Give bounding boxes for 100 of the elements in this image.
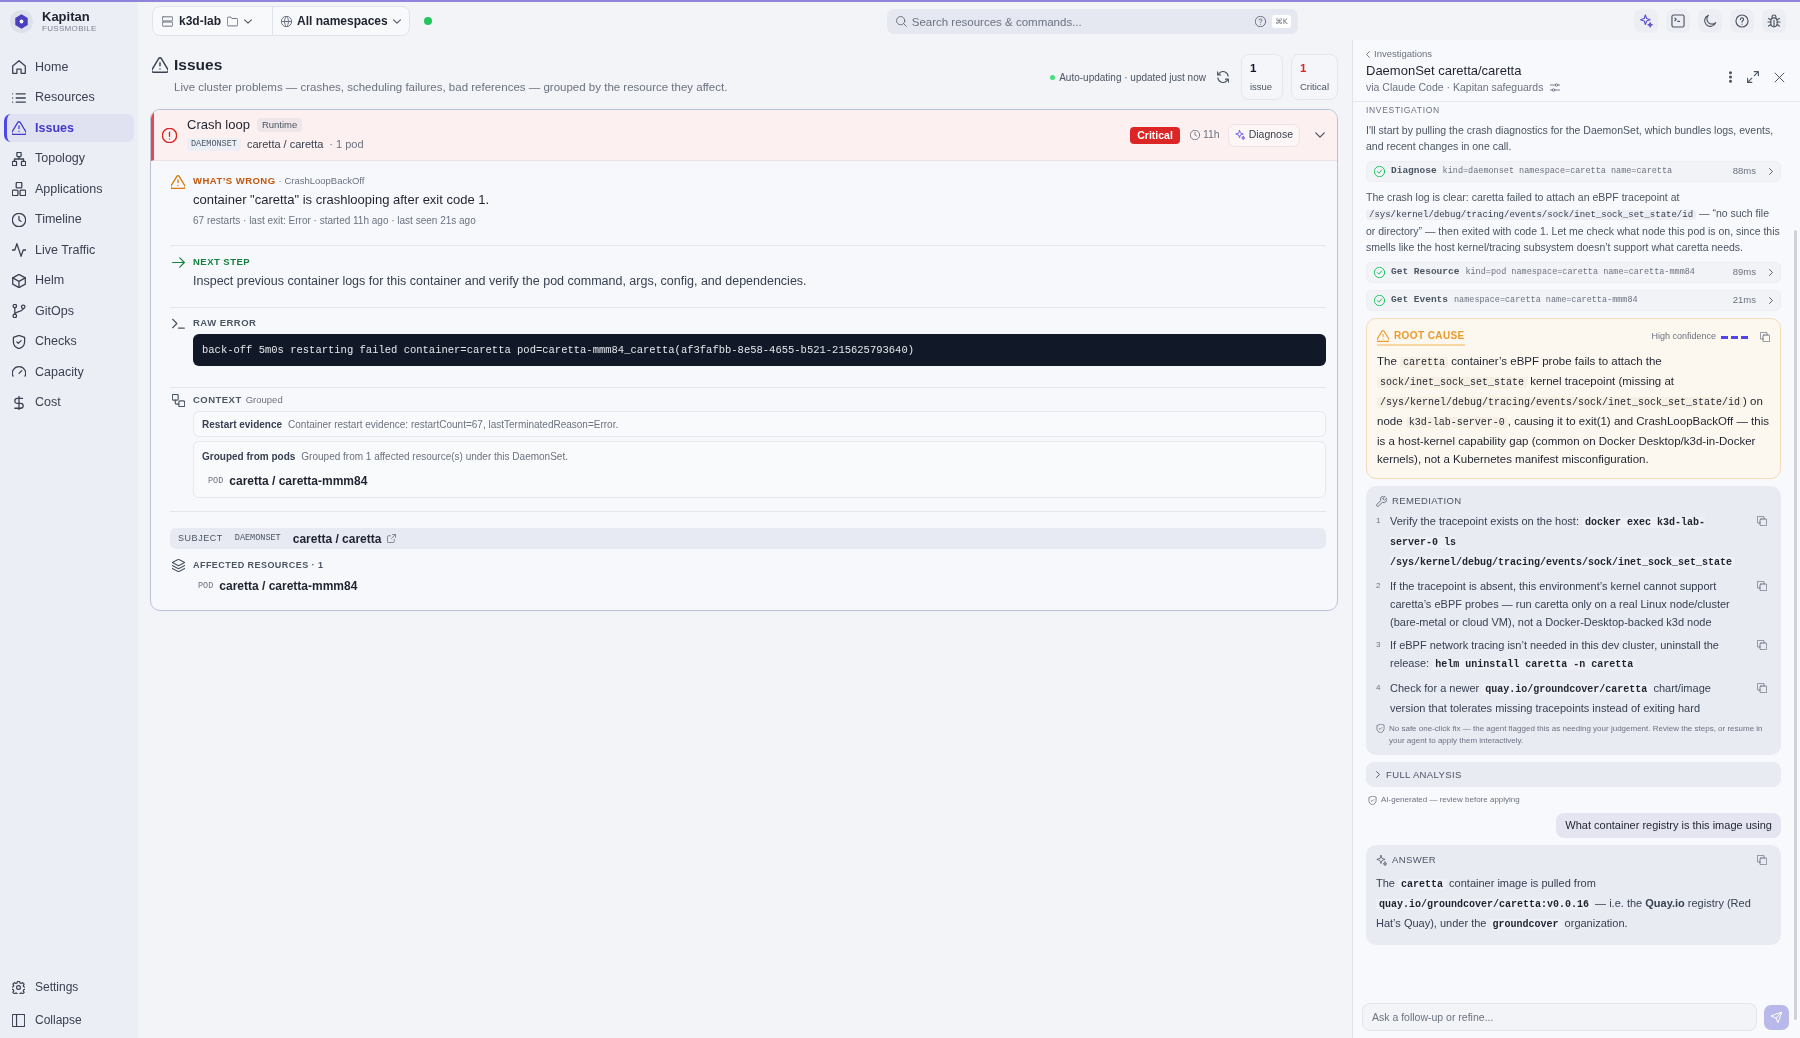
- globe-icon: [281, 15, 292, 27]
- section-label: REMEDIATION: [1392, 494, 1462, 508]
- nav-item[interactable]: Collapse: [4, 1006, 134, 1034]
- chevron-down-icon: [244, 18, 252, 24]
- shield-check-icon: [1376, 724, 1385, 734]
- nav-item[interactable]: Applications: [4, 175, 134, 203]
- message-text: I'll start by pulling the crash diagnostics for the DaemonSet, which bundles logs, events, and recent changes in one call.: [1366, 123, 1775, 154]
- chevron-right-icon: [1769, 269, 1773, 276]
- pulse-icon: [12, 243, 26, 257]
- sparkle-icon: [1234, 130, 1245, 140]
- namespace-selector[interactable]: All namespaces: [273, 7, 409, 35]
- update-status: Auto-updating · updated just now: [1059, 70, 1206, 85]
- tool-args: kind=daemonset namespace=caretta name=caretta: [1442, 165, 1673, 178]
- copy-icon[interactable]: [1760, 332, 1770, 342]
- nav-item[interactable]: Home: [4, 53, 134, 81]
- section-label: NEXT STEP: [193, 256, 252, 268]
- tool-name: Get Resource: [1391, 265, 1460, 280]
- scrollbar-thumb[interactable]: [1794, 230, 1797, 1020]
- tool-call-row[interactable]: Get Events namespace=caretta name=caretta-mmm84 21ms: [1366, 290, 1781, 311]
- tool-name: Get Events: [1391, 293, 1448, 308]
- linked-squares-icon: [171, 394, 185, 407]
- resource-name: caretta / caretta-mmm84: [219, 578, 358, 595]
- tool-duration: 88ms: [1732, 164, 1756, 179]
- gauge-icon: [12, 365, 26, 379]
- app-name: Kapitan: [42, 8, 90, 24]
- org-name: FUSSMOBILE: [42, 23, 97, 34]
- shield-check-icon: [1368, 795, 1377, 805]
- help-icon[interactable]: [1730, 9, 1754, 33]
- nav-item[interactable]: Settings: [4, 973, 134, 1001]
- page-title: Issues: [174, 55, 223, 75]
- nav-item[interactable]: Topology: [4, 144, 134, 173]
- diagnose-button[interactable]: Diagnose: [1227, 123, 1300, 147]
- nav-item[interactable]: Helm: [4, 266, 134, 295]
- shield-check-icon: [12, 334, 26, 349]
- copy-icon[interactable]: [1757, 683, 1767, 694]
- blocks-icon: [12, 182, 26, 196]
- stat-label: issue: [1249, 80, 1274, 94]
- warning-icon: [1377, 329, 1389, 342]
- confidence-label: High confidence: [1651, 330, 1716, 344]
- copy-icon[interactable]: [1757, 855, 1767, 866]
- resource-type-tag: DAEMONSET: [187, 138, 241, 151]
- bug-icon[interactable]: [1762, 9, 1786, 33]
- close-icon[interactable]: [1774, 71, 1785, 83]
- expand-icon[interactable]: [1747, 71, 1759, 83]
- nav-item[interactable]: Live Traffic: [4, 236, 134, 264]
- terminal-icon[interactable]: [1666, 9, 1690, 33]
- tool-call-row[interactable]: Get Resource kind=pod namespace=caretta name=caretta-mmm84 89ms: [1366, 262, 1781, 283]
- sliders-icon[interactable]: [1550, 82, 1561, 92]
- moon-icon[interactable]: [1698, 9, 1722, 33]
- back-link[interactable]: Investigations: [1366, 48, 1433, 60]
- nav-item[interactable]: Capacity: [4, 358, 134, 386]
- section-label: RAW ERROR: [193, 317, 258, 329]
- context-text: Grouped from 1 affected resource(s) under this DaemonSet.: [301, 450, 568, 464]
- section-label: CONTEXT: [193, 394, 242, 406]
- message-input[interactable]: Ask a follow-up or refine...: [1362, 1003, 1757, 1031]
- chevron-right-icon: [1376, 771, 1380, 779]
- nav-item[interactable]: GitOps: [4, 297, 134, 325]
- context-text: Container restart evidence: restartCount=67, lastTerminatedReason=Error.: [288, 417, 619, 432]
- help-icon[interactable]: [1254, 15, 1266, 27]
- nav-item[interactable]: Resources: [4, 83, 134, 112]
- tool-duration: 89ms: [1732, 265, 1756, 280]
- step-number: 1: [1376, 515, 1382, 528]
- full-analysis-toggle[interactable]: FULL ANALYSIS: [1366, 762, 1781, 788]
- layers-icon: [171, 559, 185, 572]
- nav-item[interactable]: Timeline: [4, 205, 134, 234]
- folder-icon: [227, 15, 238, 27]
- nav-item[interactable]: Cost: [4, 388, 134, 417]
- chevron-down-icon[interactable]: [1315, 132, 1325, 138]
- clock-icon: [12, 212, 26, 227]
- copy-icon[interactable]: [1757, 640, 1767, 651]
- cube-icon: [12, 273, 26, 288]
- more-icon[interactable]: [1729, 71, 1732, 83]
- issue-title: Crash loop: [187, 117, 250, 134]
- step-number: 3: [1376, 639, 1382, 652]
- step-text: Check for a newer quay.io/groundcover/caretta chart/image version that tolerates missing tracepoints instead of exiting hard: [1390, 681, 1712, 717]
- resource-type-label: DAEMONSET: [234, 532, 281, 545]
- step-number: 2: [1376, 580, 1382, 593]
- nav-item[interactable]: Checks: [4, 327, 134, 356]
- copy-icon[interactable]: [1757, 581, 1767, 592]
- sparkle-icon[interactable]: [1634, 9, 1658, 33]
- cluster-selector[interactable]: k3d-lab: [153, 7, 273, 35]
- section-label: AFFECTED RESOURCES · 1: [193, 559, 325, 571]
- sparkle-icon: [1376, 854, 1387, 866]
- page-subtitle: Live cluster problems — crashes, scheduling failures, bad references — grouped by the resource they affect.: [173, 80, 728, 95]
- chevron-down-icon: [392, 18, 401, 24]
- branch-icon: [12, 304, 26, 318]
- warning-icon: [171, 175, 185, 189]
- context-tag: Grouped: [245, 394, 283, 406]
- refresh-icon[interactable]: [1216, 71, 1229, 83]
- external-link-icon[interactable]: [387, 534, 397, 543]
- search-icon: [895, 15, 907, 27]
- nav-item[interactable]: Issues: [4, 114, 134, 142]
- tool-call-row[interactable]: Diagnose kind=daemonset namespace=caretta name=caretta 88ms: [1366, 161, 1781, 182]
- tool-args: namespace=caretta name=caretta-mmm84: [1454, 294, 1638, 307]
- error-log: back-off 5m0s restarting failed container=caretta pod=caretta-mmm84_caretta(af3fafbb-8e58-4655-b521-215625793640): [193, 334, 1326, 366]
- copy-icon[interactable]: [1757, 516, 1767, 527]
- tool-name: Diagnose: [1391, 164, 1437, 179]
- section-label: WHAT’S WRONG: [193, 175, 276, 187]
- next-step-text: Inspect previous container logs for this container and verify the pod command, args, config, and dependencies.: [193, 273, 808, 290]
- resource-name: caretta / caretta: [246, 137, 324, 153]
